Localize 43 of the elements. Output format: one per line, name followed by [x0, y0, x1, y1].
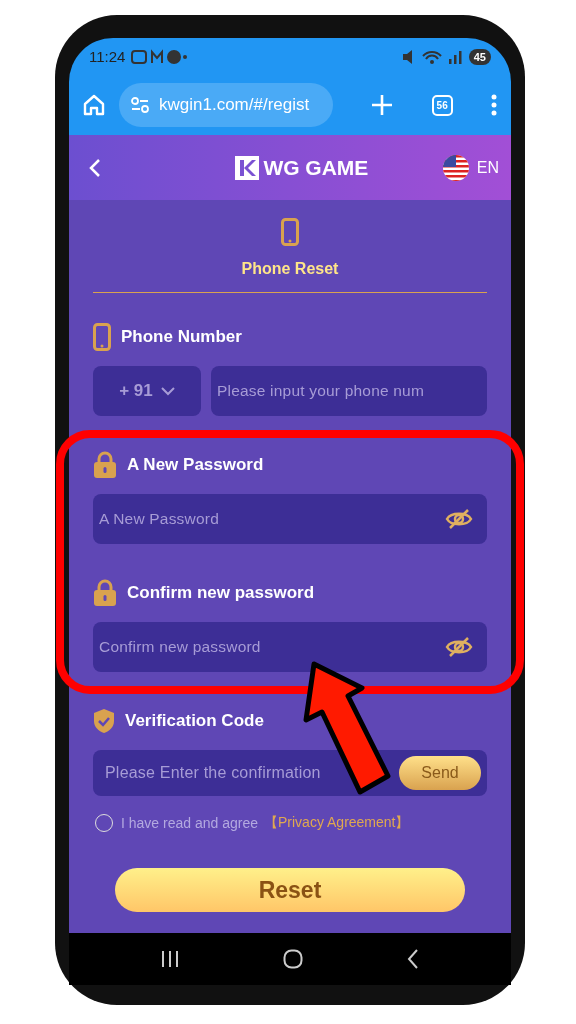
field-label: Verification Code — [125, 711, 264, 731]
recent-apps-icon[interactable] — [161, 950, 179, 968]
address-bar[interactable]: kwgin1.com/#/regist — [119, 83, 333, 127]
input-field[interactable]: A New Password — [93, 494, 487, 544]
status-time: 11:24 — [89, 48, 126, 65]
tab-count-button[interactable]: 56 — [431, 94, 453, 116]
lock-icon — [93, 579, 117, 607]
site-settings-icon — [131, 97, 149, 113]
text-input[interactable]: A New Password — [99, 510, 445, 528]
eye-slash-icon[interactable] — [445, 508, 473, 530]
flag-icon — [442, 154, 469, 181]
privacy-agreement-link[interactable]: 【Privacy Agreement】 — [264, 814, 410, 832]
reset-button[interactable]: Reset — [115, 868, 465, 912]
input-field[interactable]: Confirm new password — [93, 622, 487, 672]
plus-icon[interactable] — [371, 94, 394, 116]
text-input[interactable]: Please input your phone num — [217, 382, 473, 400]
send-button[interactable]: Send — [399, 756, 481, 790]
field-label: Phone Number — [121, 327, 242, 347]
text-input[interactable]: Please Enter the confirmation — [99, 764, 399, 782]
field-label: A New Password — [127, 455, 264, 475]
home-button-icon[interactable] — [283, 949, 303, 969]
signal-icons — [400, 48, 463, 65]
lock-icon — [93, 451, 117, 479]
chevron-down-icon — [160, 386, 175, 396]
notification-icons — [131, 48, 190, 65]
country-code-dropdown[interactable]: + 91 — [93, 366, 201, 416]
battery-level: 45 — [468, 48, 491, 65]
phone-icon — [281, 218, 299, 246]
text-input[interactable]: Confirm new password — [99, 638, 445, 656]
phone-reset-tab[interactable]: Phone Reset — [241, 260, 339, 278]
agreement-text: I have read and agree — [121, 815, 258, 831]
back-icon[interactable] — [407, 949, 419, 969]
shield-check-icon — [93, 708, 115, 734]
input-field[interactable]: Please Enter the confirmation Send — [93, 750, 487, 796]
language-selector[interactable]: EN — [442, 154, 499, 181]
logo-icon — [235, 155, 260, 180]
phone-icon — [93, 323, 111, 351]
eye-slash-icon[interactable] — [445, 636, 473, 658]
home-icon[interactable] — [83, 94, 105, 116]
input-field[interactable]: Please input your phone num — [211, 366, 487, 416]
app-logo: WG GAME — [263, 155, 369, 180]
field-label: Confirm new password — [127, 583, 315, 603]
more-icon[interactable] — [491, 94, 497, 116]
